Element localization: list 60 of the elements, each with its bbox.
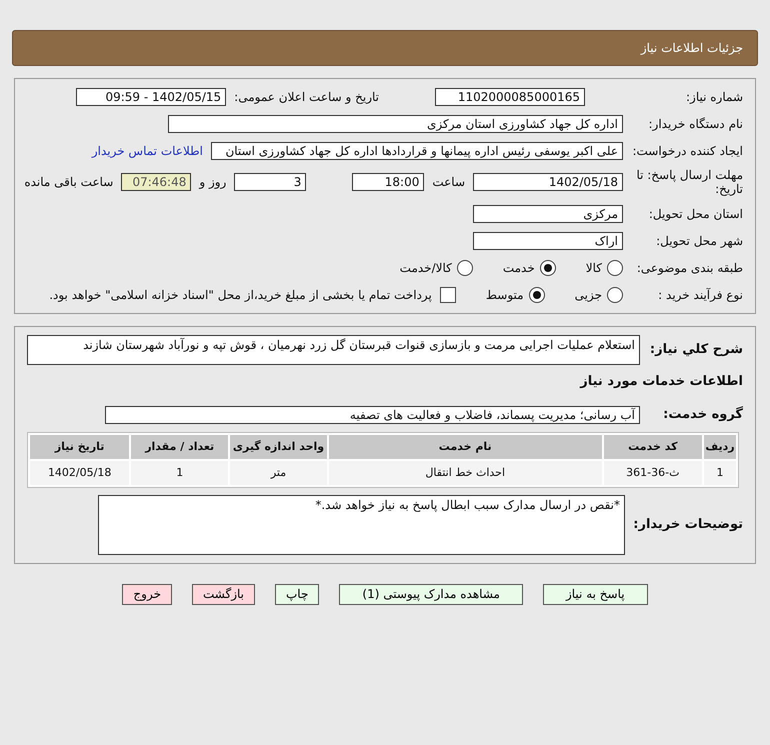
action-button[interactable]: مشاهده مدارک پیوستی (1) xyxy=(339,584,523,605)
column-header: تعداد / مقدار xyxy=(131,434,228,459)
service-group-field: آب رسانی؛ مدیریت پسماند، فاضلاب و فعالیت های تصفیه xyxy=(105,406,640,424)
radio-button[interactable] xyxy=(456,260,473,276)
field-label: ساعت باقی مانده xyxy=(24,175,114,190)
action-button[interactable]: بازگشت xyxy=(192,584,255,605)
field-label: مهلت ارسال پاسخ: تا تاریخ: xyxy=(635,168,743,197)
city-field: اراک xyxy=(473,232,623,250)
table-cell: 1 xyxy=(131,460,228,485)
deadline-time-field: 18:00 xyxy=(352,173,424,192)
radio-button[interactable] xyxy=(528,286,545,303)
requester-field: علی اکبر یوسفی رئیس اداره پیمانها و قراردادها اداره کل جهاد کشاورزی استان xyxy=(211,142,623,160)
need-number-field: 1102000085000165 xyxy=(435,88,585,106)
buyer-field: اداره کل جهاد کشاورزی استان مرکزی xyxy=(168,115,623,133)
field-label: شهر محل تحویل: xyxy=(655,234,743,248)
radio-option[interactable]: خدمت xyxy=(502,260,556,276)
column-header: واحد اندازه گیری xyxy=(230,434,327,459)
field-label: شرح کلي نياز: xyxy=(648,342,743,358)
announce-date-field: 1402/05/15 - 09:59 xyxy=(76,88,226,106)
field-label: تاریخ و ساعت اعلان عمومی: xyxy=(234,90,379,104)
payment-note: پرداخت تمام یا بخشی از مبلغ خرید،از محل "اسناد خزانه اسلامی" خواهد بود. xyxy=(49,288,432,302)
radio-option[interactable]: متوسط xyxy=(486,286,545,303)
field-label: طبقه بندی موضوعی: xyxy=(636,260,743,275)
column-header: تاریخ نیاز xyxy=(30,434,130,459)
table-cell: احداث خط انتقال xyxy=(328,460,602,485)
table-cell: 1 xyxy=(704,460,736,485)
field-label: نام دستگاه خریدار: xyxy=(648,116,743,132)
action-button[interactable]: پاسخ به نیاز xyxy=(542,584,648,605)
days-field: 3 xyxy=(234,173,306,192)
radio-button[interactable] xyxy=(607,286,623,303)
table-cell: متر xyxy=(230,460,327,485)
radio-button[interactable] xyxy=(607,260,623,276)
radio-button[interactable] xyxy=(540,260,556,276)
table-cell: ث-36-361 xyxy=(604,460,702,485)
table-cell: 1402/05/18 xyxy=(30,460,130,485)
field-label: ایجاد کننده درخواست: xyxy=(631,144,743,158)
field-label: توضیحات خریدار: xyxy=(633,516,743,533)
column-header: کد خدمت xyxy=(604,434,702,459)
province-field: مرکزی xyxy=(473,204,623,223)
action-button[interactable]: خروج xyxy=(122,584,172,605)
radio-option[interactable]: کالا/خدمت xyxy=(400,260,473,276)
radio-option[interactable]: جزیی xyxy=(574,286,623,303)
page-title: جزئیات اطلاعات نیاز xyxy=(640,41,743,55)
field-label: شماره نیاز: xyxy=(685,90,743,104)
field-label: ساعت xyxy=(432,175,465,190)
buyer-notes-field: *نقص در ارسال مدارک سبب ابطال پاسخ به نیاز خواهد شد.* xyxy=(98,494,625,555)
field-label: استان محل تحویل: xyxy=(648,206,743,221)
summary-field: استعلام عملیات اجرایی مرمت و بازسازی قنوات قبرستان گل زرد نهرمیان ، قوش تپه و نورآباد شهرستان شازند xyxy=(27,334,640,365)
section-title: اطلاعات خدمات مورد نياز xyxy=(578,374,743,390)
contact-link[interactable]: اطلاعات تماس خریدار xyxy=(92,144,203,158)
field-label: روز و xyxy=(199,175,226,190)
field-label: گروه خدمت: xyxy=(662,406,743,423)
action-button[interactable]: چاپ xyxy=(275,584,320,605)
field-label: نوع فرآیند خرید : xyxy=(657,288,743,302)
checkbox[interactable] xyxy=(440,286,456,303)
column-header: نام خدمت xyxy=(328,434,602,459)
remaining-time-field: 07:46:48 xyxy=(121,173,192,192)
radio-option[interactable]: کالا xyxy=(586,260,623,276)
deadline-date-field: 1402/05/18 xyxy=(473,173,623,192)
column-header: ردیف xyxy=(704,434,736,459)
